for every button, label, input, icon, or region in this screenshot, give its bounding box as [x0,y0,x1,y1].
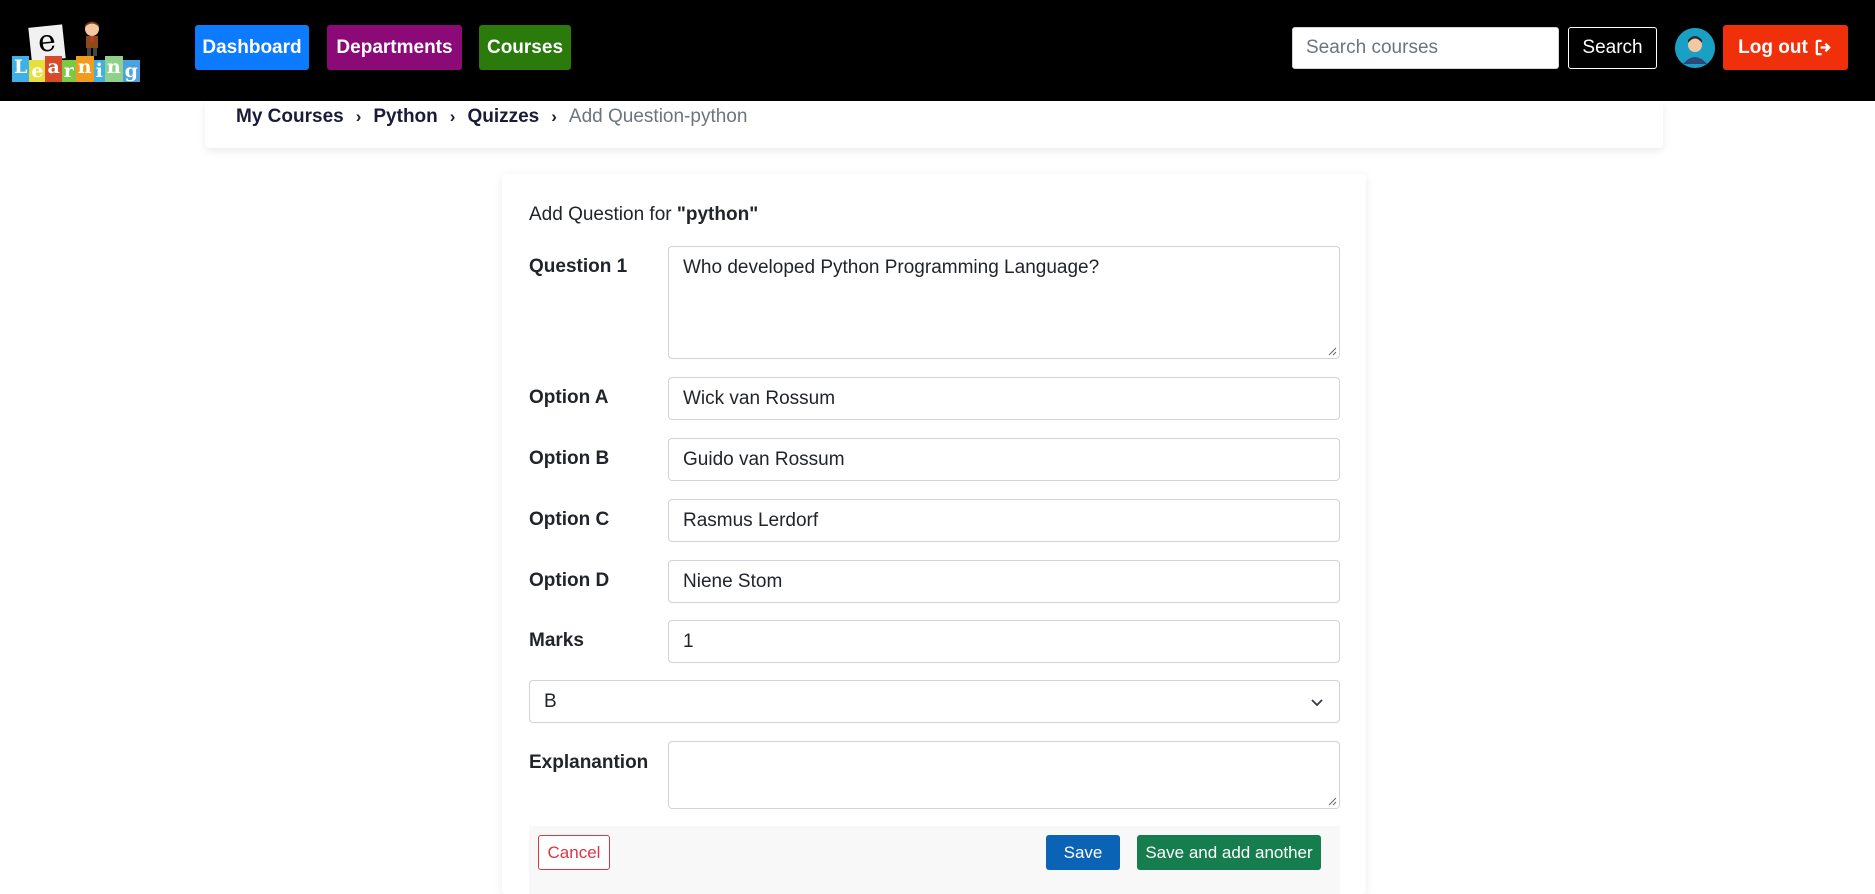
resize-handle-icon[interactable] [1328,797,1337,806]
option-d-label: Option D [529,570,610,591]
breadcrumb: My Courses › Python › Quizzes › Add Ques… [236,106,747,128]
logout-button[interactable]: Log out [1723,25,1848,70]
marks-label: Marks [529,630,584,651]
elearning-logo[interactable]: e Learning [12,18,168,82]
option-c-label: Option C [529,509,610,530]
logo-letter: n [75,56,94,82]
logo-letter: e [29,60,46,82]
option-d-input[interactable]: Niene Stom [668,560,1340,603]
save-and-add-another-button[interactable]: Save and add another [1137,835,1321,870]
option-d-value: Niene Stom [683,570,783,592]
option-a-value: Wick van Rossum [683,387,836,409]
add-question-card: Add Question for "python" Question 1 Who… [502,174,1366,894]
breadcrumb-my-courses[interactable]: My Courses [236,106,344,128]
explanation-label: Explanantion [529,752,649,773]
correct-answer-select[interactable]: B [529,680,1340,723]
chevron-right-icon: › [449,107,456,126]
form-title-course: "python" [676,204,759,225]
nav-departments-button[interactable]: Departments [327,25,462,70]
option-b-label: Option B [529,448,610,469]
option-b-value: Guido van Rossum [683,448,845,470]
question-label: Question 1 [529,256,628,277]
question-textarea[interactable]: Who developed Python Programming Languag… [668,246,1340,359]
nav-courses-button[interactable]: Courses [479,25,571,70]
option-a-label: Option A [529,387,609,408]
marks-input[interactable]: 1 [668,620,1340,663]
logo-letter: n [104,56,123,82]
question-text: Who developed Python Programming Languag… [683,257,1100,278]
cancel-button[interactable]: Cancel [538,835,610,870]
option-c-value: Rasmus Lerdorf [683,509,819,531]
option-a-input[interactable]: Wick van Rossum [668,377,1340,420]
logout-label: Log out [1738,36,1808,58]
breadcrumb-python[interactable]: Python [373,106,437,128]
logo-letter: g [122,60,140,82]
resize-handle-icon[interactable] [1328,347,1337,356]
form-title-prefix: Add Question for [529,204,672,225]
breadcrumb-quizzes[interactable]: Quizzes [467,106,539,128]
save-button[interactable]: Save [1046,835,1120,870]
logo-letter: a [45,56,62,82]
marks-value: 1 [683,630,694,652]
form-title: Add Question for "python" [529,204,758,226]
option-b-input[interactable]: Guido van Rossum [668,438,1340,481]
logo-letter: L [12,56,30,82]
sign-out-icon [1815,39,1831,56]
form-actions: Cancel Save Save and add another [529,826,1340,894]
logo-word: Learning [12,56,140,82]
chevron-down-icon [1311,698,1323,706]
nav-dashboard-button[interactable]: Dashboard [195,25,309,70]
option-c-input[interactable]: Rasmus Lerdorf [668,499,1340,542]
user-avatar-icon[interactable] [1675,28,1715,68]
top-navbar: e Learning Dashboard Departments Courses… [0,0,1875,101]
logo-letter: i [93,60,105,82]
correct-answer-value: B [544,690,557,712]
explanation-textarea[interactable] [668,741,1340,809]
logo-kid-icon [85,21,99,56]
logo-letter: r [61,60,76,82]
chevron-right-icon: › [355,107,362,126]
search-courses-input[interactable] [1292,27,1559,69]
breadcrumb-bar: My Courses › Python › Quizzes › Add Ques… [205,101,1663,148]
chevron-right-icon: › [551,107,557,126]
search-button[interactable]: Search [1568,27,1657,69]
breadcrumb-current: Add Question-python [568,106,748,127]
